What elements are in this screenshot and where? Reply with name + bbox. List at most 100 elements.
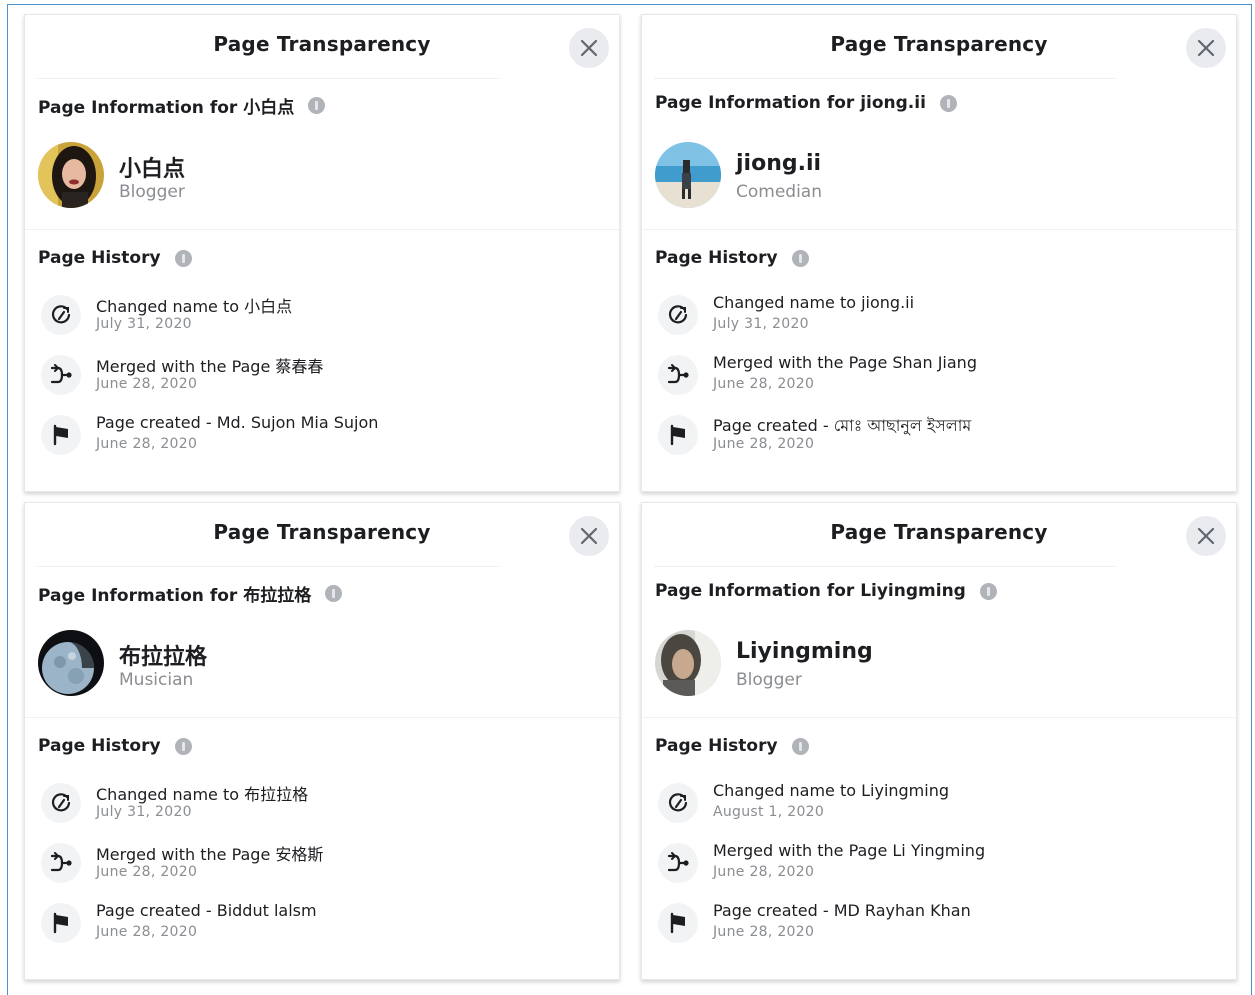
history-date: July 31, 2020 [96,804,192,820]
history-item: Page created - MD Rayhan Khan June 28, 2… [655,898,1225,948]
page-category: Comedian [736,182,822,202]
page-name[interactable]: 小白点 [119,151,185,183]
page-information-label: Page Information for 布拉拉格 [38,586,312,606]
history-text: Changed name to 小白点 [96,297,293,316]
close-button[interactable] [569,516,609,556]
rename-icon [668,793,688,812]
info-icon[interactable] [174,249,192,267]
flag-icon [670,912,685,934]
avatar[interactable] [38,142,104,208]
page-history-heading: Page History [38,736,192,756]
history-icon-wrap [41,903,81,943]
history-date: July 31, 2020 [96,316,192,332]
history-icon-wrap [41,295,81,335]
panel-title: Page Transparency [830,32,1048,56]
panel-header: Page Transparency [642,15,1236,77]
info-icon[interactable] [308,97,326,114]
panel-title: Page Transparency [213,520,431,544]
history-text: Changed name to jiong.ii [713,293,915,312]
header-divider [654,78,1116,79]
history-date: June 28, 2020 [713,924,815,940]
avatar[interactable] [655,142,721,208]
page-information-label: Page Information for 小白点 [38,98,295,118]
page-history-label: Page History [38,736,161,756]
page-name[interactable]: Liyingming [736,639,873,664]
history-item: Merged with the Page 安格斯 June 28, 2020 [38,838,608,888]
page-information-heading: Page Information for Liyingming [655,581,997,601]
close-button[interactable] [1186,28,1226,68]
panel-header: Page Transparency [642,503,1236,565]
info-icon[interactable] [325,585,343,602]
page-history-heading: Page History [38,248,192,268]
history-item: Merged with the Page Li Yingming June 28… [655,838,1225,888]
avatar[interactable] [38,630,104,696]
history-icon-wrap [658,903,698,943]
history-item: Page created - Md. Sujon Mia Sujon June … [38,410,608,460]
section-divider [25,717,619,718]
transparency-panel-2: Page Transparency Page Information for j… [641,14,1237,492]
history-item: Changed name to 小白点 July 31, 2020 [38,290,608,340]
history-item: Changed name to Liyingming August 1, 202… [655,778,1225,828]
history-item: Merged with the Page 蔡春春 June 28, 2020 [38,350,608,400]
section-divider [642,229,1236,230]
history-date: June 28, 2020 [96,924,198,940]
rename-icon [51,305,71,324]
page-history-label: Page History [38,248,161,268]
page-history-heading: Page History [655,736,809,756]
merge-icon [667,364,689,384]
history-item: Page created - Biddut lalsm June 28, 202… [38,898,608,948]
rename-icon [668,305,688,324]
history-icon-wrap [41,355,81,395]
close-icon [1197,527,1215,545]
history-icon-wrap [658,295,698,335]
info-icon[interactable] [174,737,192,755]
close-icon [580,527,598,545]
history-icon-wrap [658,355,698,395]
history-text: Changed name to Liyingming [713,781,950,800]
history-item: Page created - মোঃ আছানুল ইসলাম June 28,… [655,410,1225,460]
section-divider [642,717,1236,718]
info-icon[interactable] [791,737,809,755]
history-icon-wrap [41,415,81,455]
history-date: June 28, 2020 [96,864,198,880]
info-icon[interactable] [939,94,957,112]
page-category: Musician [119,670,194,690]
page-name[interactable]: jiong.ii [736,151,821,176]
page-category: Blogger [119,182,185,202]
close-button[interactable] [569,28,609,68]
history-text: Merged with the Page Shan Jiang [713,353,977,372]
transparency-panel-3: Page Transparency Page Information for 布… [24,502,620,980]
moon-avatar [38,630,104,696]
merge-icon [50,852,72,872]
header-divider [37,566,499,567]
history-text: Merged with the Page Li Yingming [713,841,986,860]
history-icon-wrap [658,783,698,823]
woman-portrait-avatar [38,142,104,208]
close-button[interactable] [1186,516,1226,556]
flag-icon [53,424,68,446]
merge-icon [50,364,72,384]
history-date: June 28, 2020 [713,436,815,452]
page-information-heading: Page Information for 小白点 [38,93,326,118]
history-date: July 31, 2020 [713,316,809,332]
avatar[interactable] [655,630,721,696]
info-icon[interactable] [979,582,997,600]
history-icon-wrap [658,843,698,883]
history-date: June 28, 2020 [96,376,198,392]
page-history-label: Page History [655,736,778,756]
beach-person-avatar [655,142,721,208]
header-divider [654,566,1116,567]
history-date: June 28, 2020 [713,864,815,880]
info-icon[interactable] [791,249,809,267]
history-date: June 28, 2020 [96,436,198,452]
history-item: Changed name to jiong.ii July 31, 2020 [655,290,1225,340]
section-divider [25,229,619,230]
flag-icon [670,424,685,446]
page-information-heading: Page Information for jiong.ii [655,93,957,113]
page-name[interactable]: 布拉拉格 [119,639,207,671]
history-text: Merged with the Page 蔡春春 [96,357,324,376]
history-date: June 28, 2020 [713,376,815,392]
transparency-panel-4: Page Transparency Page Information for L… [641,502,1237,980]
rename-icon [51,793,71,812]
history-text: Page created - MD Rayhan Khan [713,901,971,920]
